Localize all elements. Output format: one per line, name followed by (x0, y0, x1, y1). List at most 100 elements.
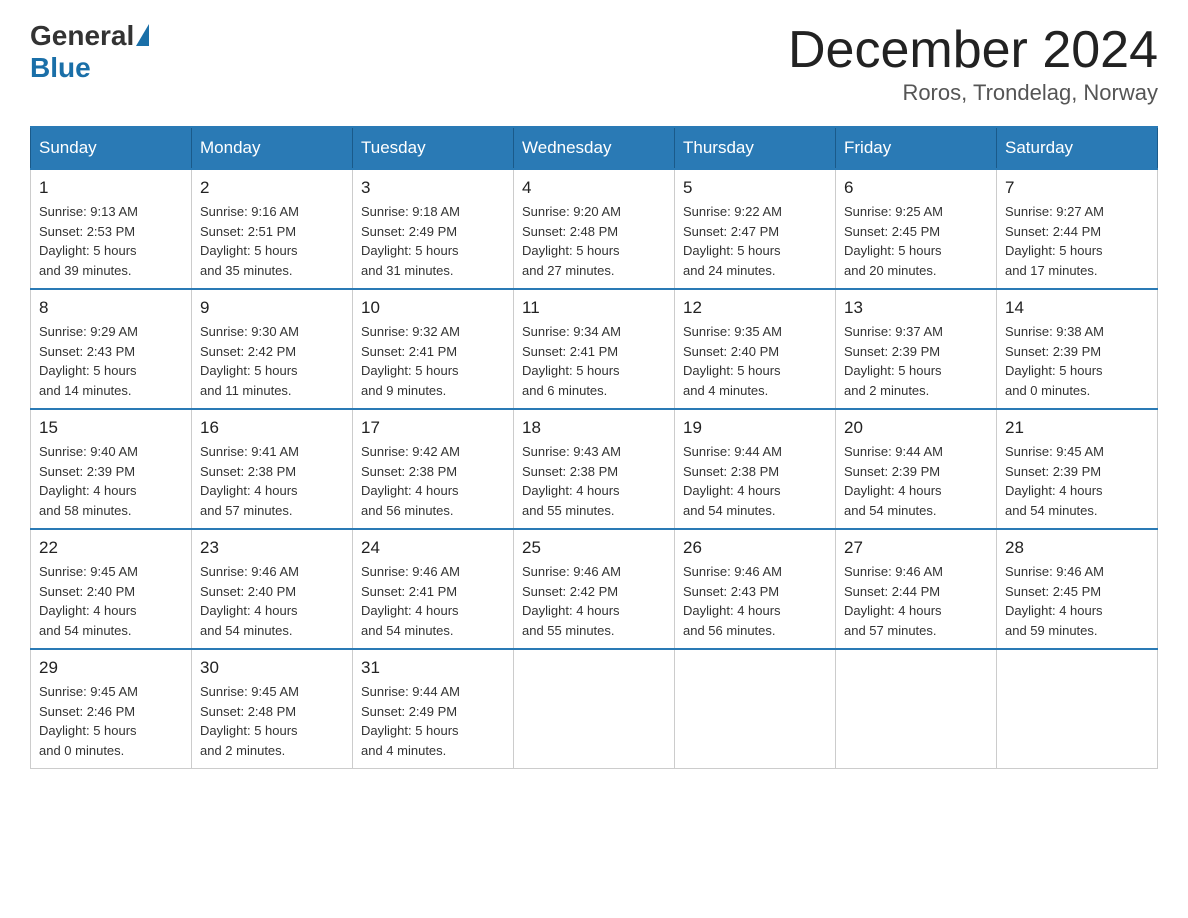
week-row-3: 15 Sunrise: 9:40 AMSunset: 2:39 PMDaylig… (31, 409, 1158, 529)
calendar-cell: 28 Sunrise: 9:46 AMSunset: 2:45 PMDaylig… (997, 529, 1158, 649)
day-number: 28 (1005, 538, 1149, 558)
day-number: 18 (522, 418, 666, 438)
calendar-cell: 2 Sunrise: 9:16 AMSunset: 2:51 PMDayligh… (192, 169, 353, 289)
calendar-cell: 20 Sunrise: 9:44 AMSunset: 2:39 PMDaylig… (836, 409, 997, 529)
day-info: Sunrise: 9:30 AMSunset: 2:42 PMDaylight:… (200, 322, 344, 400)
calendar-cell: 24 Sunrise: 9:46 AMSunset: 2:41 PMDaylig… (353, 529, 514, 649)
day-info: Sunrise: 9:46 AMSunset: 2:45 PMDaylight:… (1005, 562, 1149, 640)
day-info: Sunrise: 9:41 AMSunset: 2:38 PMDaylight:… (200, 442, 344, 520)
calendar-cell: 27 Sunrise: 9:46 AMSunset: 2:44 PMDaylig… (836, 529, 997, 649)
day-number: 10 (361, 298, 505, 318)
logo-triangle-icon (136, 24, 149, 46)
day-info: Sunrise: 9:18 AMSunset: 2:49 PMDaylight:… (361, 202, 505, 280)
day-info: Sunrise: 9:46 AMSunset: 2:40 PMDaylight:… (200, 562, 344, 640)
calendar-cell (675, 649, 836, 769)
day-info: Sunrise: 9:46 AMSunset: 2:41 PMDaylight:… (361, 562, 505, 640)
day-info: Sunrise: 9:22 AMSunset: 2:47 PMDaylight:… (683, 202, 827, 280)
day-number: 31 (361, 658, 505, 678)
day-info: Sunrise: 9:43 AMSunset: 2:38 PMDaylight:… (522, 442, 666, 520)
calendar-header-row: SundayMondayTuesdayWednesdayThursdayFrid… (31, 127, 1158, 169)
calendar-cell: 8 Sunrise: 9:29 AMSunset: 2:43 PMDayligh… (31, 289, 192, 409)
day-number: 16 (200, 418, 344, 438)
header-saturday: Saturday (997, 127, 1158, 169)
location-title: Roros, Trondelag, Norway (788, 80, 1158, 106)
week-row-5: 29 Sunrise: 9:45 AMSunset: 2:46 PMDaylig… (31, 649, 1158, 769)
day-info: Sunrise: 9:32 AMSunset: 2:41 PMDaylight:… (361, 322, 505, 400)
day-info: Sunrise: 9:25 AMSunset: 2:45 PMDaylight:… (844, 202, 988, 280)
calendar-cell: 14 Sunrise: 9:38 AMSunset: 2:39 PMDaylig… (997, 289, 1158, 409)
day-info: Sunrise: 9:45 AMSunset: 2:40 PMDaylight:… (39, 562, 183, 640)
day-number: 21 (1005, 418, 1149, 438)
calendar-cell: 23 Sunrise: 9:46 AMSunset: 2:40 PMDaylig… (192, 529, 353, 649)
day-info: Sunrise: 9:42 AMSunset: 2:38 PMDaylight:… (361, 442, 505, 520)
day-number: 4 (522, 178, 666, 198)
day-number: 15 (39, 418, 183, 438)
week-row-2: 8 Sunrise: 9:29 AMSunset: 2:43 PMDayligh… (31, 289, 1158, 409)
calendar-cell: 16 Sunrise: 9:41 AMSunset: 2:38 PMDaylig… (192, 409, 353, 529)
day-number: 1 (39, 178, 183, 198)
day-number: 7 (1005, 178, 1149, 198)
calendar-cell: 5 Sunrise: 9:22 AMSunset: 2:47 PMDayligh… (675, 169, 836, 289)
calendar-cell: 4 Sunrise: 9:20 AMSunset: 2:48 PMDayligh… (514, 169, 675, 289)
day-info: Sunrise: 9:38 AMSunset: 2:39 PMDaylight:… (1005, 322, 1149, 400)
day-info: Sunrise: 9:29 AMSunset: 2:43 PMDaylight:… (39, 322, 183, 400)
day-number: 29 (39, 658, 183, 678)
day-number: 2 (200, 178, 344, 198)
day-number: 14 (1005, 298, 1149, 318)
logo-general: General (30, 20, 134, 52)
day-number: 3 (361, 178, 505, 198)
calendar-cell: 1 Sunrise: 9:13 AMSunset: 2:53 PMDayligh… (31, 169, 192, 289)
calendar-table: SundayMondayTuesdayWednesdayThursdayFrid… (30, 126, 1158, 769)
day-number: 25 (522, 538, 666, 558)
day-info: Sunrise: 9:46 AMSunset: 2:42 PMDaylight:… (522, 562, 666, 640)
day-number: 27 (844, 538, 988, 558)
day-info: Sunrise: 9:45 AMSunset: 2:39 PMDaylight:… (1005, 442, 1149, 520)
calendar-cell: 15 Sunrise: 9:40 AMSunset: 2:39 PMDaylig… (31, 409, 192, 529)
day-info: Sunrise: 9:35 AMSunset: 2:40 PMDaylight:… (683, 322, 827, 400)
logo: General Blue (30, 20, 149, 84)
day-info: Sunrise: 9:45 AMSunset: 2:46 PMDaylight:… (39, 682, 183, 760)
week-row-4: 22 Sunrise: 9:45 AMSunset: 2:40 PMDaylig… (31, 529, 1158, 649)
day-info: Sunrise: 9:46 AMSunset: 2:43 PMDaylight:… (683, 562, 827, 640)
header-thursday: Thursday (675, 127, 836, 169)
calendar-cell: 30 Sunrise: 9:45 AMSunset: 2:48 PMDaylig… (192, 649, 353, 769)
day-info: Sunrise: 9:13 AMSunset: 2:53 PMDaylight:… (39, 202, 183, 280)
calendar-cell: 17 Sunrise: 9:42 AMSunset: 2:38 PMDaylig… (353, 409, 514, 529)
header-tuesday: Tuesday (353, 127, 514, 169)
calendar-cell: 10 Sunrise: 9:32 AMSunset: 2:41 PMDaylig… (353, 289, 514, 409)
day-number: 17 (361, 418, 505, 438)
day-info: Sunrise: 9:44 AMSunset: 2:38 PMDaylight:… (683, 442, 827, 520)
week-row-1: 1 Sunrise: 9:13 AMSunset: 2:53 PMDayligh… (31, 169, 1158, 289)
calendar-cell: 13 Sunrise: 9:37 AMSunset: 2:39 PMDaylig… (836, 289, 997, 409)
day-number: 20 (844, 418, 988, 438)
day-info: Sunrise: 9:40 AMSunset: 2:39 PMDaylight:… (39, 442, 183, 520)
month-title: December 2024 (788, 20, 1158, 80)
day-number: 13 (844, 298, 988, 318)
header-sunday: Sunday (31, 127, 192, 169)
calendar-cell: 19 Sunrise: 9:44 AMSunset: 2:38 PMDaylig… (675, 409, 836, 529)
calendar-cell: 25 Sunrise: 9:46 AMSunset: 2:42 PMDaylig… (514, 529, 675, 649)
page-header: General Blue December 2024 Roros, Tronde… (30, 20, 1158, 106)
calendar-cell: 22 Sunrise: 9:45 AMSunset: 2:40 PMDaylig… (31, 529, 192, 649)
logo-blue: Blue (30, 52, 149, 84)
header-wednesday: Wednesday (514, 127, 675, 169)
calendar-cell: 11 Sunrise: 9:34 AMSunset: 2:41 PMDaylig… (514, 289, 675, 409)
day-info: Sunrise: 9:34 AMSunset: 2:41 PMDaylight:… (522, 322, 666, 400)
calendar-cell (836, 649, 997, 769)
calendar-cell: 9 Sunrise: 9:30 AMSunset: 2:42 PMDayligh… (192, 289, 353, 409)
day-number: 22 (39, 538, 183, 558)
calendar-cell: 21 Sunrise: 9:45 AMSunset: 2:39 PMDaylig… (997, 409, 1158, 529)
day-number: 24 (361, 538, 505, 558)
day-number: 8 (39, 298, 183, 318)
day-number: 12 (683, 298, 827, 318)
day-info: Sunrise: 9:44 AMSunset: 2:39 PMDaylight:… (844, 442, 988, 520)
calendar-cell (997, 649, 1158, 769)
header-friday: Friday (836, 127, 997, 169)
calendar-cell: 31 Sunrise: 9:44 AMSunset: 2:49 PMDaylig… (353, 649, 514, 769)
calendar-cell: 7 Sunrise: 9:27 AMSunset: 2:44 PMDayligh… (997, 169, 1158, 289)
day-number: 6 (844, 178, 988, 198)
calendar-cell: 3 Sunrise: 9:18 AMSunset: 2:49 PMDayligh… (353, 169, 514, 289)
calendar-cell: 29 Sunrise: 9:45 AMSunset: 2:46 PMDaylig… (31, 649, 192, 769)
calendar-cell: 26 Sunrise: 9:46 AMSunset: 2:43 PMDaylig… (675, 529, 836, 649)
day-info: Sunrise: 9:46 AMSunset: 2:44 PMDaylight:… (844, 562, 988, 640)
